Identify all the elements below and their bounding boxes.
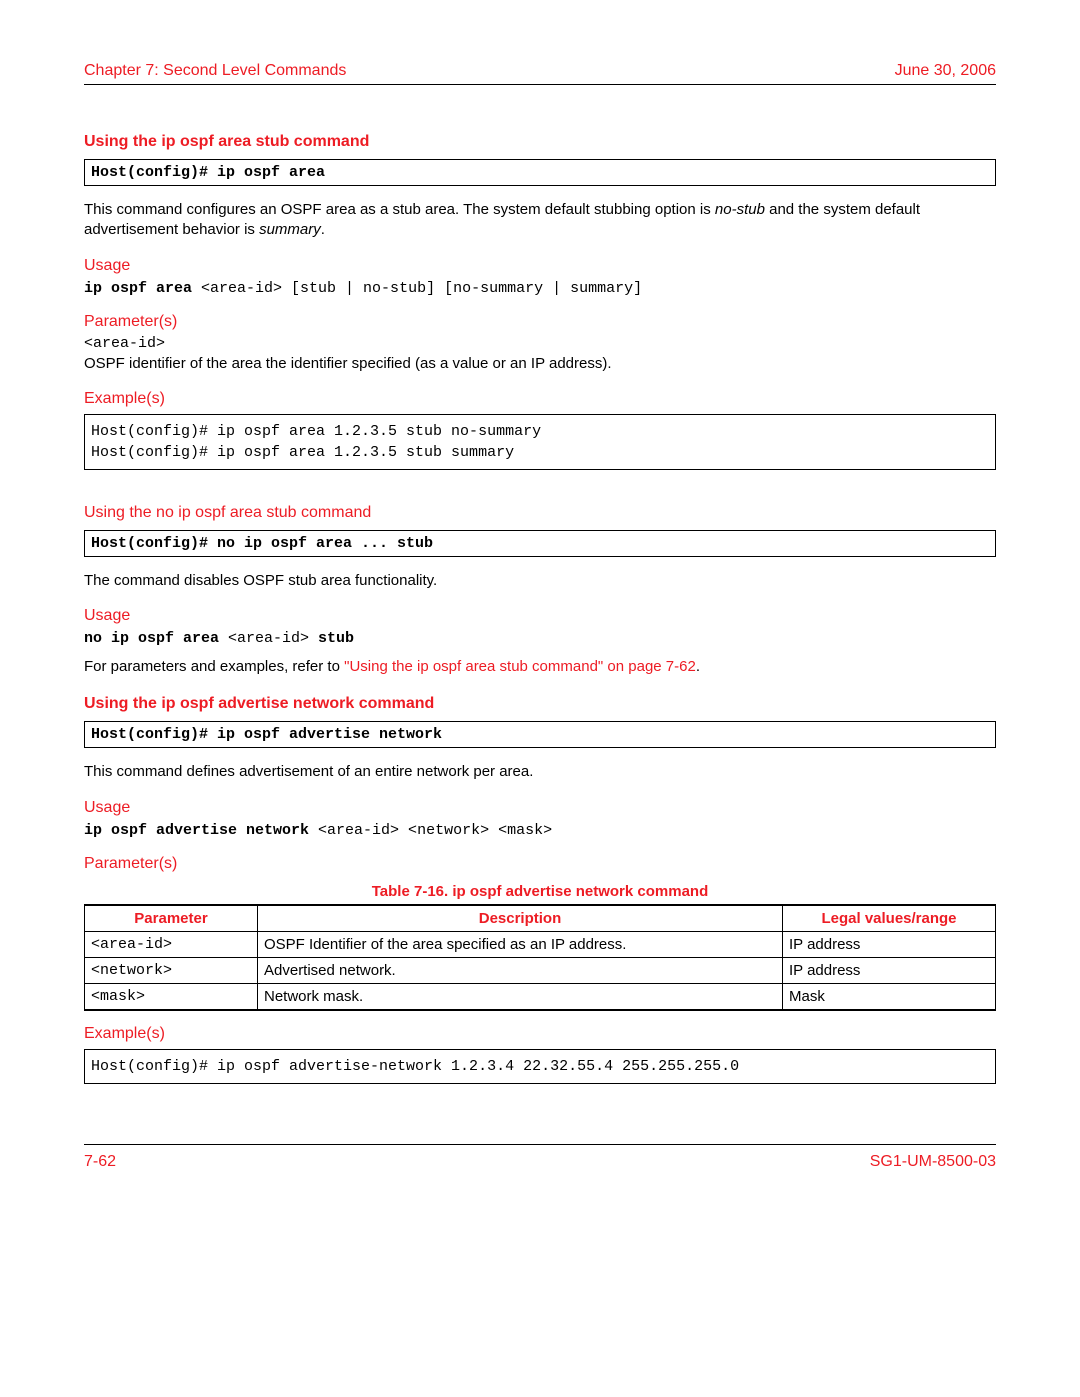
- section-title-advertise: Using the ip ospf advertise network comm…: [84, 695, 996, 713]
- text-italic: no-stub: [715, 201, 765, 218]
- param-desc: OSPF identifier of the area the identifi…: [84, 354, 996, 374]
- cell-param: <network>: [85, 957, 258, 983]
- usage-args: <area-id> [stub | no-stub] [no-summary |…: [201, 280, 642, 297]
- text: .: [696, 658, 700, 675]
- cell-desc: Advertised network.: [258, 957, 783, 983]
- section-title-nostub: Using the no ip ospf area stub command: [84, 504, 996, 522]
- usage-bold: stub: [309, 630, 354, 647]
- footer-left: 7-62: [84, 1153, 116, 1171]
- col-description: Description: [258, 905, 783, 932]
- usage-line-advertise: ip ospf advertise network <area-id> <net…: [84, 821, 996, 839]
- table-row: <mask> Network mask. Mask: [85, 983, 996, 1010]
- header-right: June 30, 2006: [895, 62, 996, 80]
- examples-label: Example(s): [84, 390, 996, 408]
- usage-bold: ip ospf advertise network: [84, 822, 318, 839]
- examples-label-3: Example(s): [84, 1025, 996, 1043]
- section-title-stub: Using the ip ospf area stub command: [84, 133, 996, 151]
- cell-legal: IP address: [783, 931, 996, 957]
- usage-args: <area-id> <network> <mask>: [318, 822, 552, 839]
- cell-param: <area-id>: [85, 931, 258, 957]
- usage-bold: no ip ospf area: [84, 630, 228, 647]
- intro-text-nostub: The command disables OSPF stub area func…: [84, 571, 996, 591]
- intro-text-advertise: This command defines advertisement of an…: [84, 762, 996, 782]
- usage-bold: ip ospf area: [84, 280, 201, 297]
- text: For parameters and examples, refer to: [84, 658, 344, 675]
- cell-legal: Mask: [783, 983, 996, 1010]
- parameters-label: Parameter(s): [84, 313, 996, 331]
- cell-param: <mask>: [85, 983, 258, 1010]
- param-name: <area-id>: [84, 335, 996, 352]
- usage-line-stub: ip ospf area <area-id> [stub | no-stub] …: [84, 279, 996, 297]
- intro-text-stub: This command configures an OSPF area as …: [84, 200, 996, 241]
- usage-label-2: Usage: [84, 607, 996, 625]
- page-header: Chapter 7: Second Level Commands June 30…: [84, 62, 996, 85]
- parameters-label-3: Parameter(s): [84, 855, 996, 873]
- cross-reference-link[interactable]: "Using the ip ospf area stub command" on…: [344, 658, 696, 675]
- cmd-box-nostub: Host(config)# no ip ospf area ... stub: [84, 530, 996, 557]
- example-box-stub: Host(config)# ip ospf area 1.2.3.5 stub …: [84, 414, 996, 470]
- parameters-table: Parameter Description Legal values/range…: [84, 904, 996, 1011]
- header-left: Chapter 7: Second Level Commands: [84, 62, 346, 80]
- table-caption: Table 7-16. ip ospf advertise network co…: [84, 883, 996, 900]
- reference-line: For parameters and examples, refer to "U…: [84, 657, 996, 677]
- col-parameter: Parameter: [85, 905, 258, 932]
- cell-legal: IP address: [783, 957, 996, 983]
- table-row: <area-id> OSPF Identifier of the area sp…: [85, 931, 996, 957]
- text-italic: summary: [259, 221, 321, 238]
- table-row: <network> Advertised network. IP address: [85, 957, 996, 983]
- cell-desc: Network mask.: [258, 983, 783, 1010]
- cmd-box-stub: Host(config)# ip ospf area: [84, 159, 996, 186]
- usage-label: Usage: [84, 257, 996, 275]
- col-legal: Legal values/range: [783, 905, 996, 932]
- usage-label-3: Usage: [84, 799, 996, 817]
- example-box-advertise: Host(config)# ip ospf advertise-network …: [84, 1049, 996, 1084]
- page: Chapter 7: Second Level Commands June 30…: [0, 0, 1080, 1397]
- page-footer: 7-62 SG1-UM-8500-03: [84, 1144, 996, 1171]
- text: This command configures an OSPF area as …: [84, 201, 715, 218]
- cmd-box-advertise: Host(config)# ip ospf advertise network: [84, 721, 996, 748]
- cell-desc: OSPF Identifier of the area specified as…: [258, 931, 783, 957]
- usage-args: <area-id>: [228, 630, 309, 647]
- footer-right: SG1-UM-8500-03: [870, 1153, 996, 1171]
- table-header-row: Parameter Description Legal values/range: [85, 905, 996, 932]
- usage-line-nostub: no ip ospf area <area-id> stub: [84, 629, 996, 647]
- text: .: [321, 221, 325, 238]
